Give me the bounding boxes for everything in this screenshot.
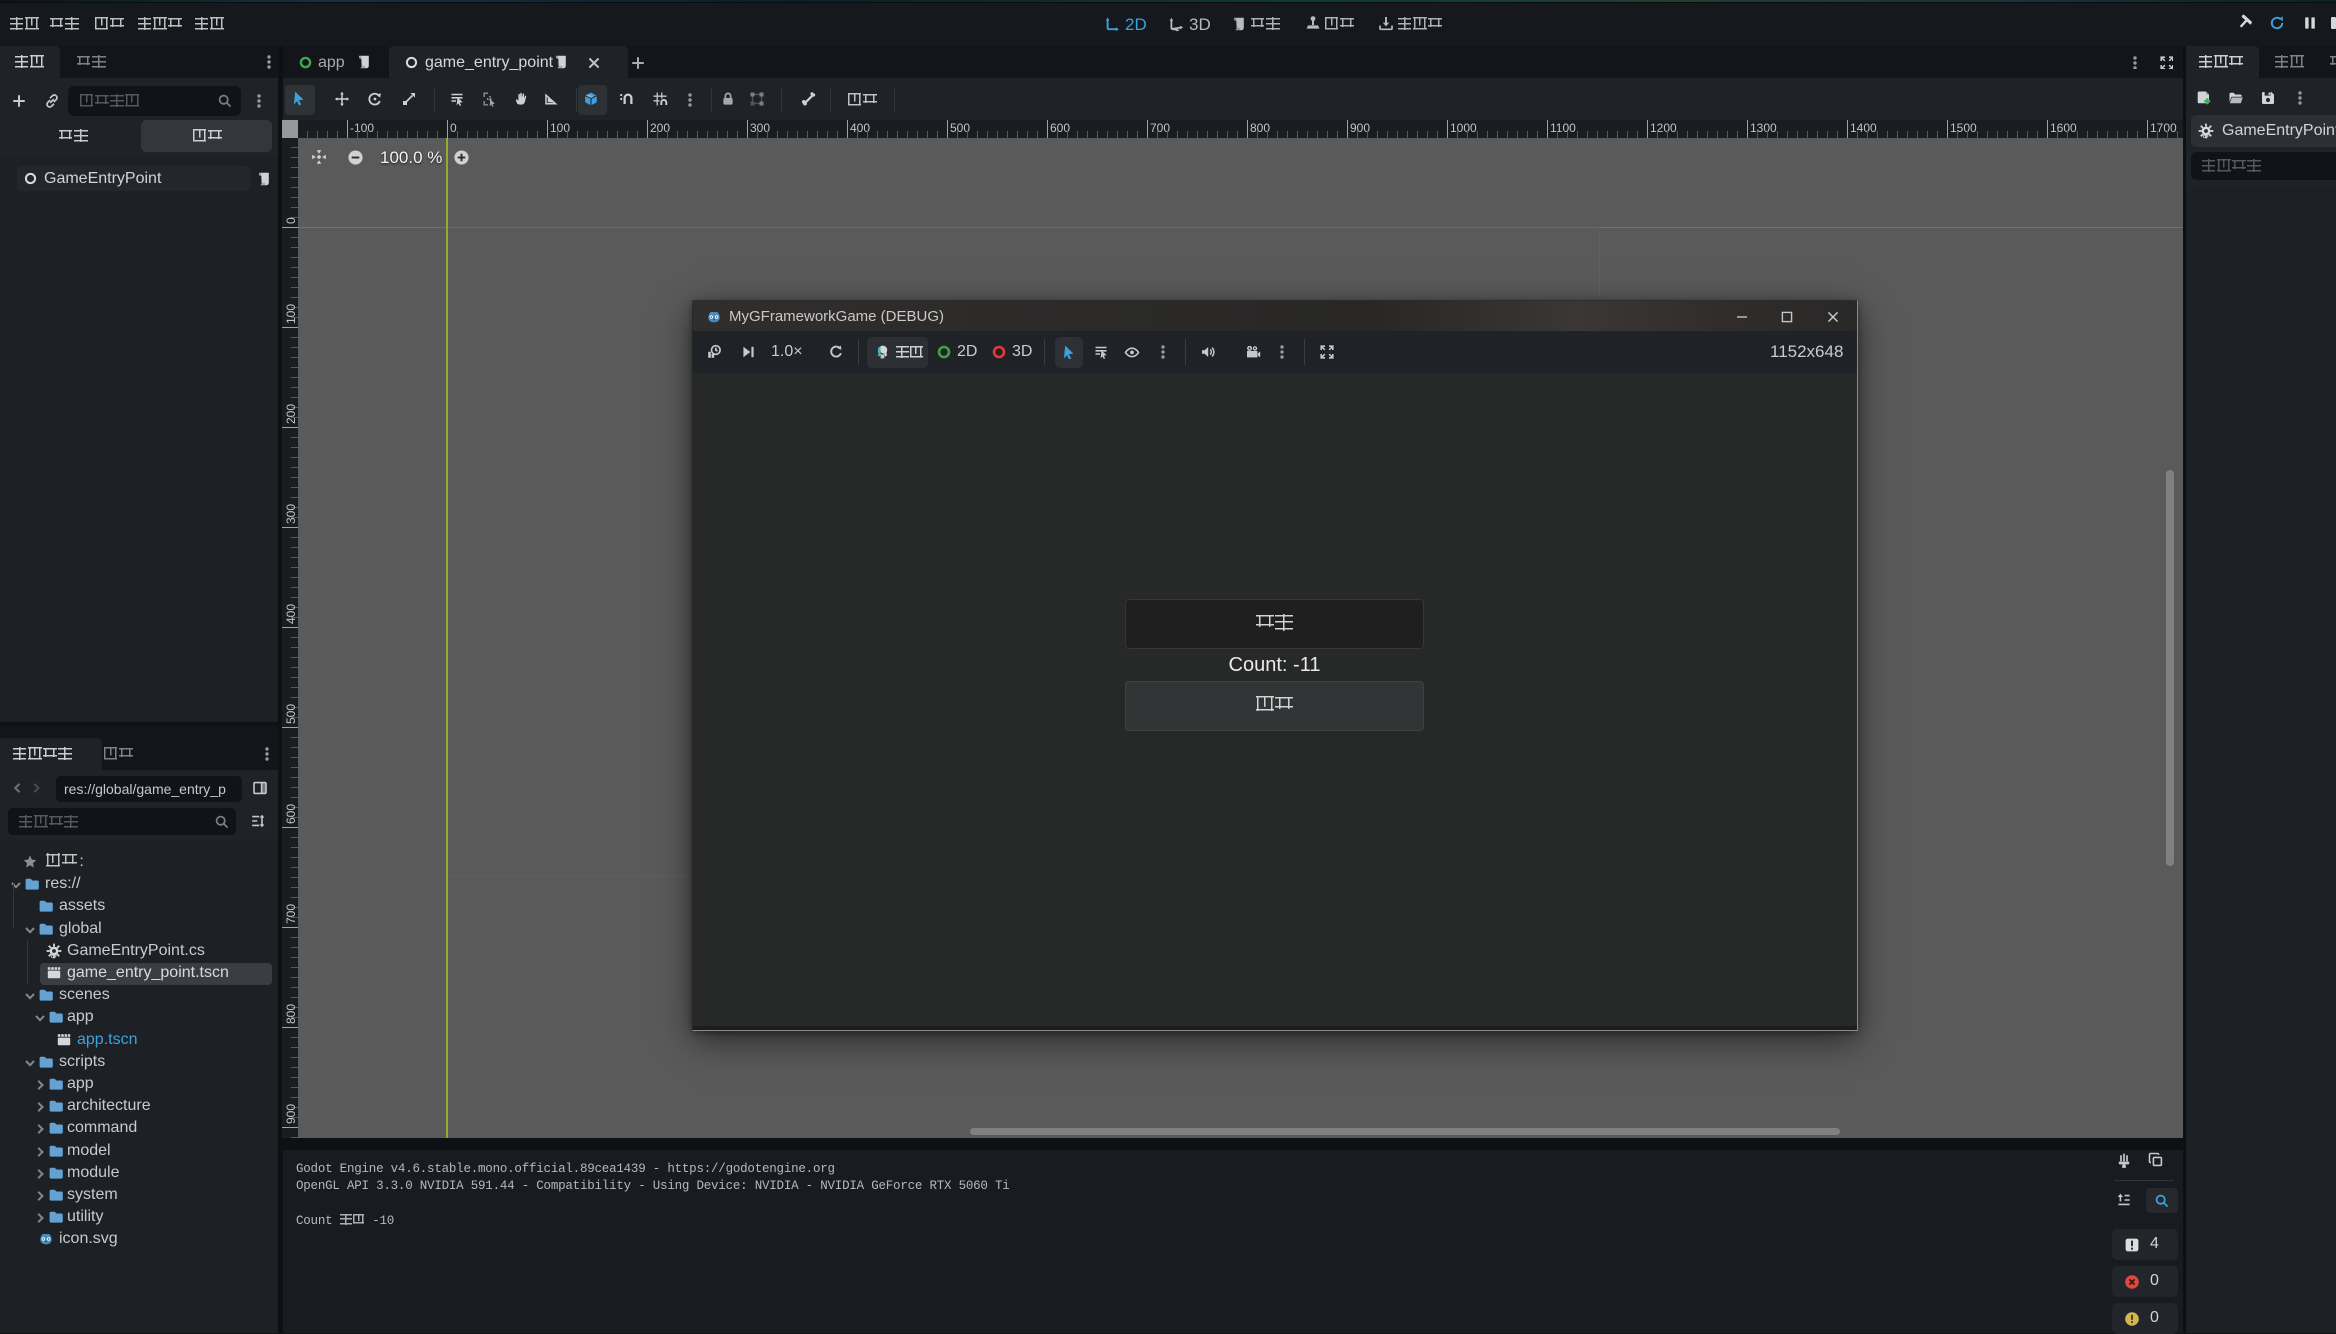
svg-text:c#: c# <box>2203 134 2209 139</box>
svg-text:c#: c# <box>51 954 57 959</box>
